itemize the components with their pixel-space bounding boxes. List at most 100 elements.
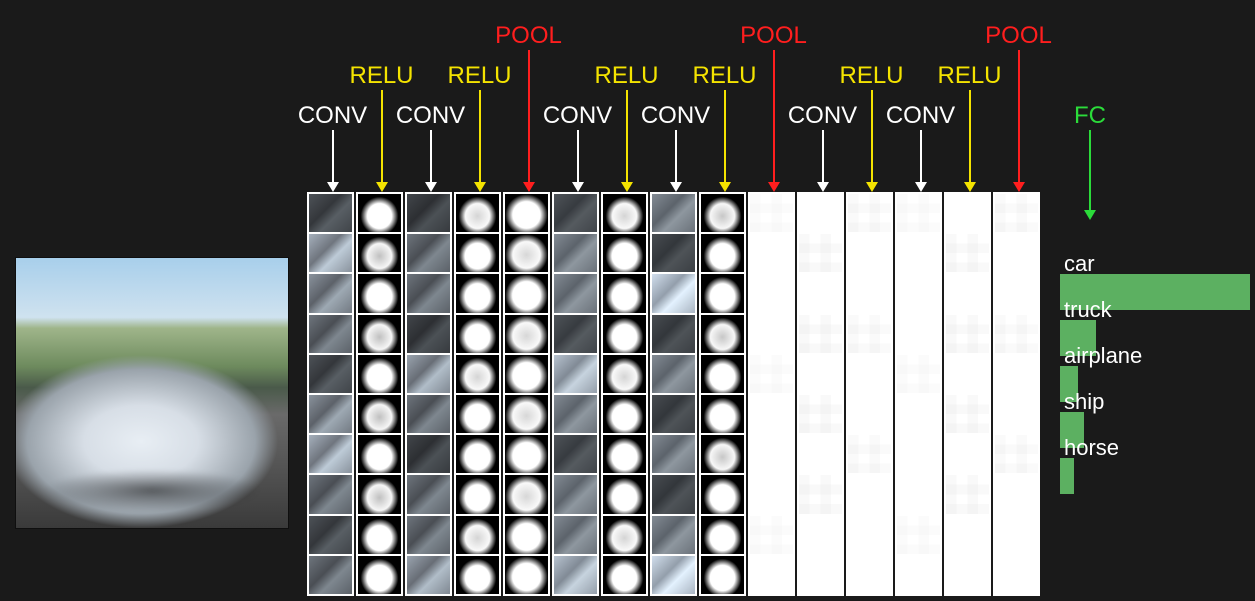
activation-tile	[603, 395, 646, 433]
activation-column	[405, 192, 452, 596]
activation-tile	[897, 315, 940, 353]
activation-tile	[358, 556, 401, 594]
activation-tile	[799, 274, 842, 312]
activation-tile	[358, 274, 401, 312]
activation-tile	[554, 556, 597, 594]
activation-tile	[750, 315, 793, 353]
activation-tile	[358, 395, 401, 433]
relu-label: RELU	[822, 62, 922, 90]
activation-tile	[505, 395, 548, 433]
activation-tile	[848, 395, 891, 433]
activation-tile	[407, 395, 450, 433]
activation-tile	[505, 475, 548, 513]
activation-tile	[603, 556, 646, 594]
activation-tile	[505, 516, 548, 554]
relu-label: RELU	[332, 62, 432, 90]
activation-tile	[799, 435, 842, 473]
activation-tile	[995, 194, 1038, 232]
activation-tile	[554, 315, 597, 353]
activation-tile	[358, 194, 401, 232]
activation-tile	[848, 475, 891, 513]
activation-tile	[897, 516, 940, 554]
fc-label: FC	[1040, 102, 1140, 130]
activation-tile	[750, 516, 793, 554]
activation-tile	[554, 234, 597, 272]
activation-tile	[701, 194, 744, 232]
activation-tile	[897, 355, 940, 393]
activation-tile	[603, 355, 646, 393]
activation-tile	[701, 475, 744, 513]
activation-column	[650, 192, 697, 596]
activation-tile	[309, 234, 352, 272]
activation-tile	[995, 274, 1038, 312]
activation-tile	[848, 435, 891, 473]
activation-tile	[505, 194, 548, 232]
arrow-down-icon	[1060, 130, 1120, 220]
activation-tile	[603, 435, 646, 473]
class-label: ship	[1064, 391, 1104, 413]
activation-tile	[750, 274, 793, 312]
activation-tile	[897, 395, 940, 433]
activation-tile	[554, 355, 597, 393]
activation-tile	[897, 556, 940, 594]
activation-tile	[946, 194, 989, 232]
activation-tile	[456, 234, 499, 272]
activation-tile	[603, 274, 646, 312]
activation-tile	[897, 274, 940, 312]
activation-tile	[799, 234, 842, 272]
class-label: airplane	[1064, 345, 1142, 367]
activation-tile	[407, 234, 450, 272]
activation-tile	[309, 475, 352, 513]
activation-tile	[897, 475, 940, 513]
activation-column	[797, 192, 844, 596]
activation-tile	[701, 274, 744, 312]
activation-tile	[848, 234, 891, 272]
activation-tile	[652, 516, 695, 554]
class-bar	[1060, 458, 1074, 494]
activation-column	[601, 192, 648, 596]
activation-columns	[307, 192, 1053, 596]
activation-tile	[995, 234, 1038, 272]
class-label: horse	[1064, 437, 1119, 459]
activation-tile	[652, 435, 695, 473]
activation-tile	[603, 516, 646, 554]
activation-tile	[407, 194, 450, 232]
activation-tile	[358, 355, 401, 393]
activation-tile	[456, 475, 499, 513]
activation-tile	[652, 395, 695, 433]
activation-tile	[701, 315, 744, 353]
activation-tile	[309, 315, 352, 353]
activation-tile	[848, 274, 891, 312]
activation-tile	[946, 315, 989, 353]
activation-column	[356, 192, 403, 596]
activation-tile	[946, 556, 989, 594]
class-label: truck	[1064, 299, 1112, 321]
activation-tile	[652, 355, 695, 393]
activation-tile	[554, 435, 597, 473]
activation-tile	[848, 355, 891, 393]
activation-tile	[554, 194, 597, 232]
pool-label: POOL	[479, 22, 579, 50]
activation-tile	[946, 475, 989, 513]
activation-tile	[995, 355, 1038, 393]
activation-tile	[554, 274, 597, 312]
activation-tile	[407, 516, 450, 554]
activation-tile	[995, 395, 1038, 433]
activation-column	[454, 192, 501, 596]
activation-tile	[701, 556, 744, 594]
activation-tile	[554, 395, 597, 433]
activation-tile	[407, 435, 450, 473]
activation-tile	[407, 315, 450, 353]
activation-tile	[505, 435, 548, 473]
activation-tile	[750, 355, 793, 393]
activation-column	[552, 192, 599, 596]
activation-tile	[505, 315, 548, 353]
activation-tile	[358, 475, 401, 513]
activation-tile	[554, 516, 597, 554]
activation-tile	[701, 435, 744, 473]
activation-column	[993, 192, 1040, 596]
activation-tile	[603, 315, 646, 353]
class-label: car	[1064, 253, 1095, 275]
activation-tile	[309, 516, 352, 554]
activation-tile	[799, 395, 842, 433]
